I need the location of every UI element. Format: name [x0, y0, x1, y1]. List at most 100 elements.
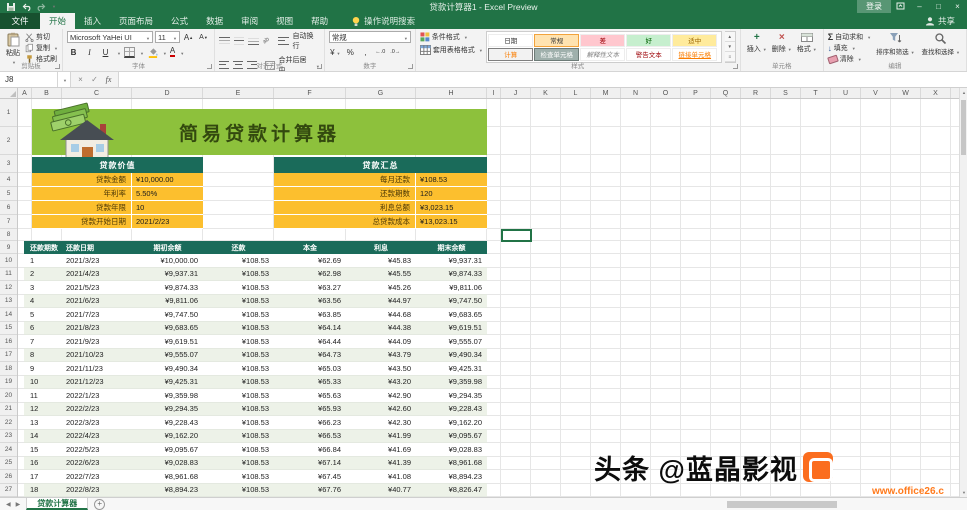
- fill-button[interactable]: ↓ 填充: [828, 43, 871, 53]
- vertical-scroll-thumb[interactable]: [961, 100, 966, 155]
- table-row[interactable]: 152022/5/23¥9,095.67¥108.53¥66.84¥41.69¥…: [24, 443, 487, 457]
- select-all-corner[interactable]: [0, 88, 18, 99]
- sheet-tab-loan-calculator[interactable]: 贷款计算器: [26, 498, 88, 510]
- row-header-23[interactable]: 23: [0, 430, 17, 444]
- row-header-22[interactable]: 22: [0, 416, 17, 430]
- align-middle-icon[interactable]: [234, 37, 245, 46]
- loan-value-value[interactable]: 5.50%: [132, 187, 203, 200]
- table-row[interactable]: 72021/9/23¥9,619.51¥108.53¥64.44¥44.09¥9…: [24, 335, 487, 349]
- alignment-dialog-launcher-icon[interactable]: [317, 64, 322, 69]
- table-row[interactable]: 22021/4/23¥9,937.31¥108.53¥62.98¥45.55¥9…: [24, 268, 487, 282]
- column-header-q[interactable]: Q: [711, 88, 741, 98]
- table-row[interactable]: 172022/7/23¥8,961.68¥108.53¥67.45¥41.08¥…: [24, 470, 487, 484]
- orientation-icon[interactable]: ab: [262, 37, 271, 46]
- row-header-13[interactable]: 13: [0, 295, 17, 309]
- name-box-caret-icon[interactable]: [58, 72, 71, 87]
- format-cells-button[interactable]: 格式: [795, 31, 819, 55]
- row-header-16[interactable]: 16: [0, 335, 17, 349]
- ribbon-tab-4[interactable]: 数据: [197, 13, 232, 29]
- column-header-k[interactable]: K: [531, 88, 561, 98]
- align-top-icon[interactable]: [219, 37, 230, 46]
- insert-function-button[interactable]: fx: [102, 74, 115, 86]
- tell-me-box[interactable]: 操作说明搜索: [351, 13, 415, 29]
- font-name-select[interactable]: Microsoft YaHei UI: [67, 31, 153, 43]
- name-box[interactable]: J8: [0, 72, 58, 87]
- table-row[interactable]: 102021/12/23¥9,425.31¥108.53¥65.33¥43.20…: [24, 376, 487, 390]
- number-dialog-launcher-icon[interactable]: [408, 64, 413, 69]
- column-header-x[interactable]: X: [921, 88, 951, 98]
- row-header-12[interactable]: 12: [0, 281, 17, 295]
- ribbon-tab-5[interactable]: 审阅: [232, 13, 267, 29]
- column-header-b[interactable]: B: [32, 88, 62, 98]
- column-header-l[interactable]: L: [561, 88, 591, 98]
- fill-color-caret-icon[interactable]: [161, 48, 167, 57]
- redo-icon[interactable]: [35, 1, 47, 12]
- row-header-24[interactable]: 24: [0, 443, 17, 457]
- gallery-down-icon[interactable]: ▼: [725, 42, 735, 52]
- font-color-icon[interactable]: A: [170, 47, 175, 57]
- table-row[interactable]: 142022/4/23¥9,162.20¥108.53¥66.53¥41.99¥…: [24, 430, 487, 444]
- column-header-u[interactable]: U: [831, 88, 861, 98]
- autosum-button[interactable]: Σ 自动求和: [828, 32, 871, 42]
- vertical-scrollbar[interactable]: ▲ ▼: [959, 88, 967, 497]
- table-row[interactable]: 42021/6/23¥9,811.06¥108.53¥63.56¥44.97¥9…: [24, 295, 487, 309]
- ribbon-tab-7[interactable]: 帮助: [302, 13, 337, 29]
- align-bottom-icon[interactable]: [248, 37, 259, 46]
- add-sheet-icon[interactable]: +: [94, 499, 105, 510]
- row-header-27[interactable]: 27: [0, 484, 17, 498]
- ribbon-tab-2[interactable]: 页面布局: [110, 13, 162, 29]
- row-header-17[interactable]: 17: [0, 349, 17, 363]
- formula-input[interactable]: [119, 72, 967, 87]
- format-as-table-button[interactable]: 套用表格格式: [420, 45, 483, 55]
- sign-in-button[interactable]: 登录: [857, 0, 891, 13]
- enter-icon[interactable]: ✓: [88, 74, 101, 86]
- close-button[interactable]: ×: [948, 0, 967, 13]
- copy-button[interactable]: 复制: [25, 43, 58, 53]
- row-header-4[interactable]: 4: [0, 173, 17, 187]
- table-row[interactable]: 92021/11/23¥9,490.34¥108.53¥65.03¥43.50¥…: [24, 362, 487, 376]
- next-sheet-icon[interactable]: ▶: [16, 501, 21, 508]
- percent-format-icon[interactable]: %: [344, 46, 357, 58]
- row-header-19[interactable]: 19: [0, 376, 17, 390]
- table-row[interactable]: 112022/1/23¥9,359.98¥108.53¥65.63¥42.90¥…: [24, 389, 487, 403]
- row-header-21[interactable]: 21: [0, 403, 17, 417]
- column-header-a[interactable]: A: [18, 88, 32, 98]
- file-tab[interactable]: 文件: [0, 13, 40, 29]
- number-format-select[interactable]: 常规: [329, 31, 411, 43]
- fill-color-icon[interactable]: [147, 46, 158, 58]
- row-header-26[interactable]: 26: [0, 470, 17, 484]
- column-header-o[interactable]: O: [651, 88, 681, 98]
- row-header-18[interactable]: 18: [0, 362, 17, 376]
- sort-filter-button[interactable]: 排序和筛选: [874, 31, 916, 57]
- cell-style-selected[interactable]: 常规: [534, 34, 579, 47]
- currency-format-icon[interactable]: ¥: [329, 46, 342, 58]
- cell-style-link[interactable]: 链接单元格: [672, 48, 717, 61]
- horizontal-scroll-thumb[interactable]: [727, 501, 837, 508]
- font-dialog-launcher-icon[interactable]: [207, 64, 212, 69]
- ribbon-tab-0[interactable]: 开始: [40, 13, 75, 29]
- row-header-14[interactable]: 14: [0, 308, 17, 322]
- decrease-decimal-icon[interactable]: .0→: [389, 46, 402, 58]
- column-header-c[interactable]: C: [62, 88, 132, 98]
- column-header-g[interactable]: G: [346, 88, 416, 98]
- table-row[interactable]: 182022/8/23¥8,894.23¥108.53¥67.76¥40.77¥…: [24, 484, 487, 498]
- loan-summary-value[interactable]: 120: [416, 187, 487, 200]
- increase-font-size-icon[interactable]: A▲: [182, 31, 195, 43]
- ribbon-tab-6[interactable]: 视图: [267, 13, 302, 29]
- row-header-9[interactable]: 9: [0, 241, 17, 254]
- table-row[interactable]: 162022/6/23¥9,028.83¥108.53¥67.14¥41.39¥…: [24, 457, 487, 471]
- delete-cells-button[interactable]: × 删除: [770, 31, 794, 55]
- wrap-text-button[interactable]: 自动换行: [293, 31, 320, 51]
- row-header-20[interactable]: 20: [0, 389, 17, 403]
- column-header-r[interactable]: R: [741, 88, 771, 98]
- gallery-up-icon[interactable]: ▲: [725, 32, 735, 42]
- row-header-10[interactable]: 10: [0, 254, 17, 268]
- row-header-5[interactable]: 5: [0, 187, 17, 201]
- cell-style-explain[interactable]: 解释性文本: [580, 48, 625, 61]
- insert-cells-button[interactable]: + 插入: [745, 31, 769, 55]
- table-row[interactable]: 62021/8/23¥9,683.65¥108.53¥64.14¥44.38¥9…: [24, 322, 487, 336]
- undo-icon[interactable]: [20, 1, 32, 12]
- borders-icon[interactable]: [124, 47, 135, 58]
- loan-summary-value[interactable]: ¥13,023.15: [416, 215, 487, 228]
- cell-style-good[interactable]: 好: [626, 34, 671, 47]
